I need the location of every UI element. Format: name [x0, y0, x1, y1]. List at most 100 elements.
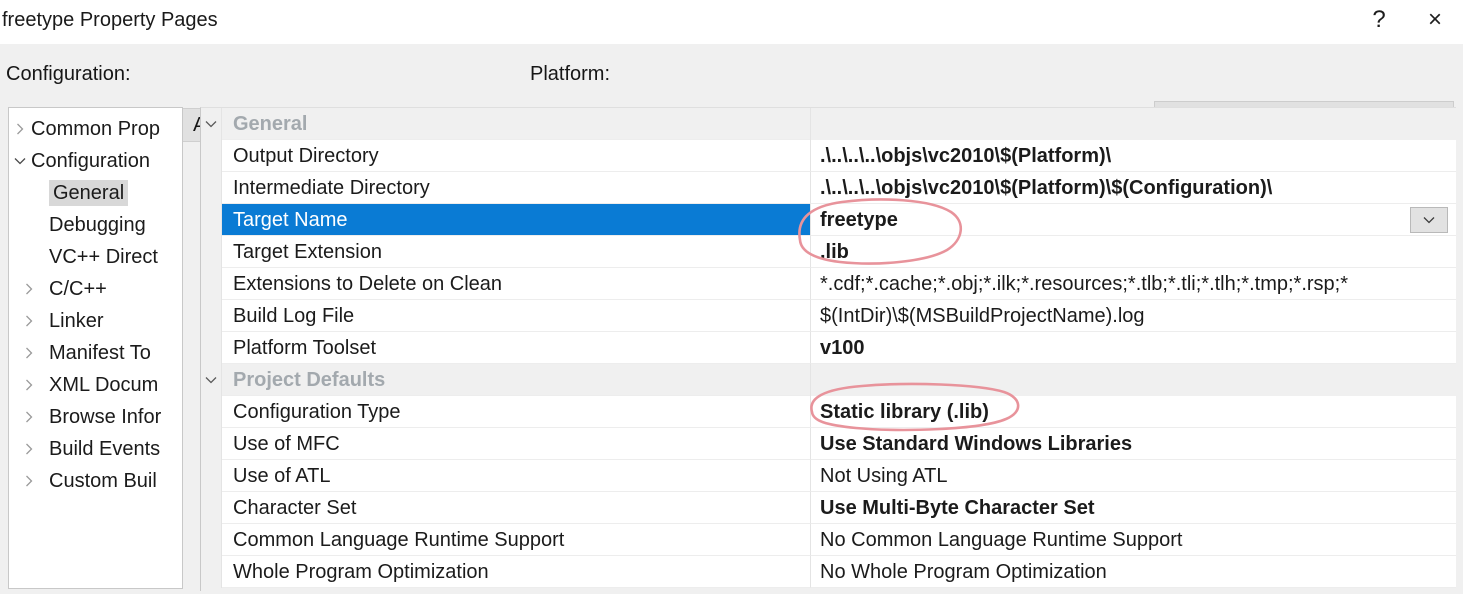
- grid-property-value[interactable]: .\..\..\..\objs\vc2010\$(Platform)\$(Con…: [810, 172, 1456, 204]
- value-dropdown-button[interactable]: [1410, 207, 1448, 233]
- grid-property-name: Use of ATL: [222, 460, 810, 492]
- window-title: freetype Property Pages: [2, 6, 218, 34]
- tree-item-xml-docum[interactable]: XML Docum: [9, 369, 183, 401]
- tree-item-label: Linker: [49, 309, 103, 333]
- chevron-right-icon[interactable]: [9, 282, 49, 296]
- chevron-right-icon: [15, 122, 25, 136]
- grid-property-value[interactable]: *.cdf;*.cache;*.obj;*.ilk;*.resources;*.…: [810, 268, 1456, 300]
- chevron-down-icon[interactable]: [201, 108, 222, 140]
- question-mark-icon: ?: [1372, 8, 1385, 32]
- tree-item-label: Browse Infor: [49, 405, 161, 429]
- grid-section-general[interactable]: General: [201, 108, 1456, 140]
- tree-item-vc-direct[interactable]: VC++ Direct: [9, 241, 183, 273]
- chevron-right-icon: [24, 442, 34, 456]
- tree-item-label: Custom Buil: [49, 469, 157, 493]
- grid-row-gutter: [201, 492, 222, 524]
- grid-row-use-of-atl[interactable]: Use of ATLNot Using ATL: [201, 460, 1456, 492]
- chevron-down-icon: [204, 119, 218, 129]
- tree-item-label: VC++ Direct: [49, 245, 158, 269]
- tree-item-c-c[interactable]: C/C++: [9, 273, 183, 305]
- grid-property-value[interactable]: v100: [810, 332, 1456, 364]
- tree-item-general[interactable]: General: [9, 177, 183, 209]
- grid-row-target-extension[interactable]: Target Extension.lib: [201, 236, 1456, 268]
- grid-section-value-spacer: [810, 108, 1456, 140]
- grid-property-value[interactable]: Not Using ATL: [810, 460, 1456, 492]
- tree-item-debugging[interactable]: Debugging: [9, 209, 183, 241]
- grid-property-value[interactable]: Use Standard Windows Libraries: [810, 428, 1456, 460]
- grid-property-name: Build Log File: [222, 300, 810, 332]
- configuration-bar: Configuration: Active(Release Multithrea…: [0, 44, 1463, 104]
- grid-row-target-name[interactable]: Target Namefreetype: [201, 204, 1456, 236]
- chevron-down-icon: [204, 375, 218, 385]
- grid-property-name: Use of MFC: [222, 428, 810, 460]
- tree-item-configuration[interactable]: Configuration: [9, 145, 183, 177]
- chevron-right-icon: [24, 282, 34, 296]
- settings-tree: Common PropConfigurationGeneral Debugging…: [9, 113, 183, 497]
- grid-section-value-spacer: [810, 364, 1456, 396]
- grid-row-gutter: [201, 396, 222, 428]
- chevron-down-icon[interactable]: [9, 156, 31, 166]
- tree-item-browse-infor[interactable]: Browse Infor: [9, 401, 183, 433]
- grid-property-value[interactable]: freetype: [810, 204, 1456, 236]
- chevron-right-icon: [24, 378, 34, 392]
- grid-property-name: Extensions to Delete on Clean: [222, 268, 810, 300]
- property-grid: GeneralOutput Directory.\..\..\..\objs\v…: [200, 107, 1456, 591]
- title-bar: freetype Property Pages ? ×: [0, 0, 1463, 44]
- tree-item-linker[interactable]: Linker: [9, 305, 183, 337]
- grid-row-platform-toolset[interactable]: Platform Toolsetv100: [201, 332, 1456, 364]
- configuration-label: Configuration:: [6, 62, 131, 86]
- grid-property-name: Target Extension: [222, 236, 810, 268]
- grid-row-gutter: [201, 332, 222, 364]
- grid-row-gutter: [201, 268, 222, 300]
- chevron-right-icon[interactable]: [9, 314, 49, 328]
- grid-row-build-log-file[interactable]: Build Log File$(IntDir)\$(MSBuildProject…: [201, 300, 1456, 332]
- grid-row-character-set[interactable]: Character SetUse Multi-Byte Character Se…: [201, 492, 1456, 524]
- grid-section-label: Project Defaults: [222, 364, 810, 396]
- tree-item-label: C/C++: [49, 277, 107, 301]
- tree-item-label: Manifest To: [49, 341, 151, 365]
- chevron-right-icon[interactable]: [9, 378, 49, 392]
- grid-row-extensions-to-delete-on-clean[interactable]: Extensions to Delete on Clean*.cdf;*.cac…: [201, 268, 1456, 300]
- grid-property-name: Platform Toolset: [222, 332, 810, 364]
- grid-section-project-defaults[interactable]: Project Defaults: [201, 364, 1456, 396]
- chevron-down-icon: [1422, 215, 1436, 225]
- grid-property-value[interactable]: Static library (.lib): [810, 396, 1456, 428]
- grid-row-intermediate-directory[interactable]: Intermediate Directory.\..\..\..\objs\vc…: [201, 172, 1456, 204]
- tree-item-build-events[interactable]: Build Events: [9, 433, 183, 465]
- help-button[interactable]: ?: [1351, 0, 1407, 40]
- tree-item-manifest-to[interactable]: Manifest To: [9, 337, 183, 369]
- grid-row-gutter: [201, 236, 222, 268]
- grid-property-value[interactable]: Use Multi-Byte Character Set: [810, 492, 1456, 524]
- grid-property-value[interactable]: $(IntDir)\$(MSBuildProjectName).log: [810, 300, 1456, 332]
- chevron-right-icon[interactable]: [9, 122, 31, 136]
- grid-property-value[interactable]: .\..\..\..\objs\vc2010\$(Platform)\: [810, 140, 1456, 172]
- close-button[interactable]: ×: [1407, 0, 1463, 40]
- chevron-down-icon[interactable]: [201, 364, 222, 396]
- chevron-right-icon[interactable]: [9, 474, 49, 488]
- grid-row-output-directory[interactable]: Output Directory.\..\..\..\objs\vc2010\$…: [201, 140, 1456, 172]
- grid-property-value[interactable]: No Whole Program Optimization: [810, 556, 1456, 588]
- grid-row-configuration-type[interactable]: Configuration TypeStatic library (.lib): [201, 396, 1456, 428]
- chevron-right-icon: [24, 474, 34, 488]
- property-pages-dialog: freetype Property Pages ? × Configuratio…: [0, 0, 1463, 594]
- tree-item-custom-buil[interactable]: Custom Buil: [9, 465, 183, 497]
- grid-row-gutter: [201, 524, 222, 556]
- grid-row-whole-program-optimization[interactable]: Whole Program OptimizationNo Whole Progr…: [201, 556, 1456, 588]
- tree-item-label: Debugging: [49, 213, 146, 237]
- grid-property-name: Character Set: [222, 492, 810, 524]
- grid-property-value[interactable]: .lib: [810, 236, 1456, 268]
- chevron-right-icon[interactable]: [9, 442, 49, 456]
- chevron-right-icon: [24, 346, 34, 360]
- tree-item-common-prop[interactable]: Common Prop: [9, 113, 183, 145]
- grid-row-use-of-mfc[interactable]: Use of MFCUse Standard Windows Libraries: [201, 428, 1456, 460]
- grid-row-gutter: [201, 172, 222, 204]
- grid-property-name: Configuration Type: [222, 396, 810, 428]
- grid-row-gutter: [201, 556, 222, 588]
- grid-row-common-language-runtime-support[interactable]: Common Language Runtime SupportNo Common…: [201, 524, 1456, 556]
- chevron-right-icon: [24, 314, 34, 328]
- grid-property-value[interactable]: No Common Language Runtime Support: [810, 524, 1456, 556]
- chevron-down-icon: [13, 156, 27, 166]
- chevron-right-icon[interactable]: [9, 410, 49, 424]
- grid-row-gutter: [201, 428, 222, 460]
- chevron-right-icon[interactable]: [9, 346, 49, 360]
